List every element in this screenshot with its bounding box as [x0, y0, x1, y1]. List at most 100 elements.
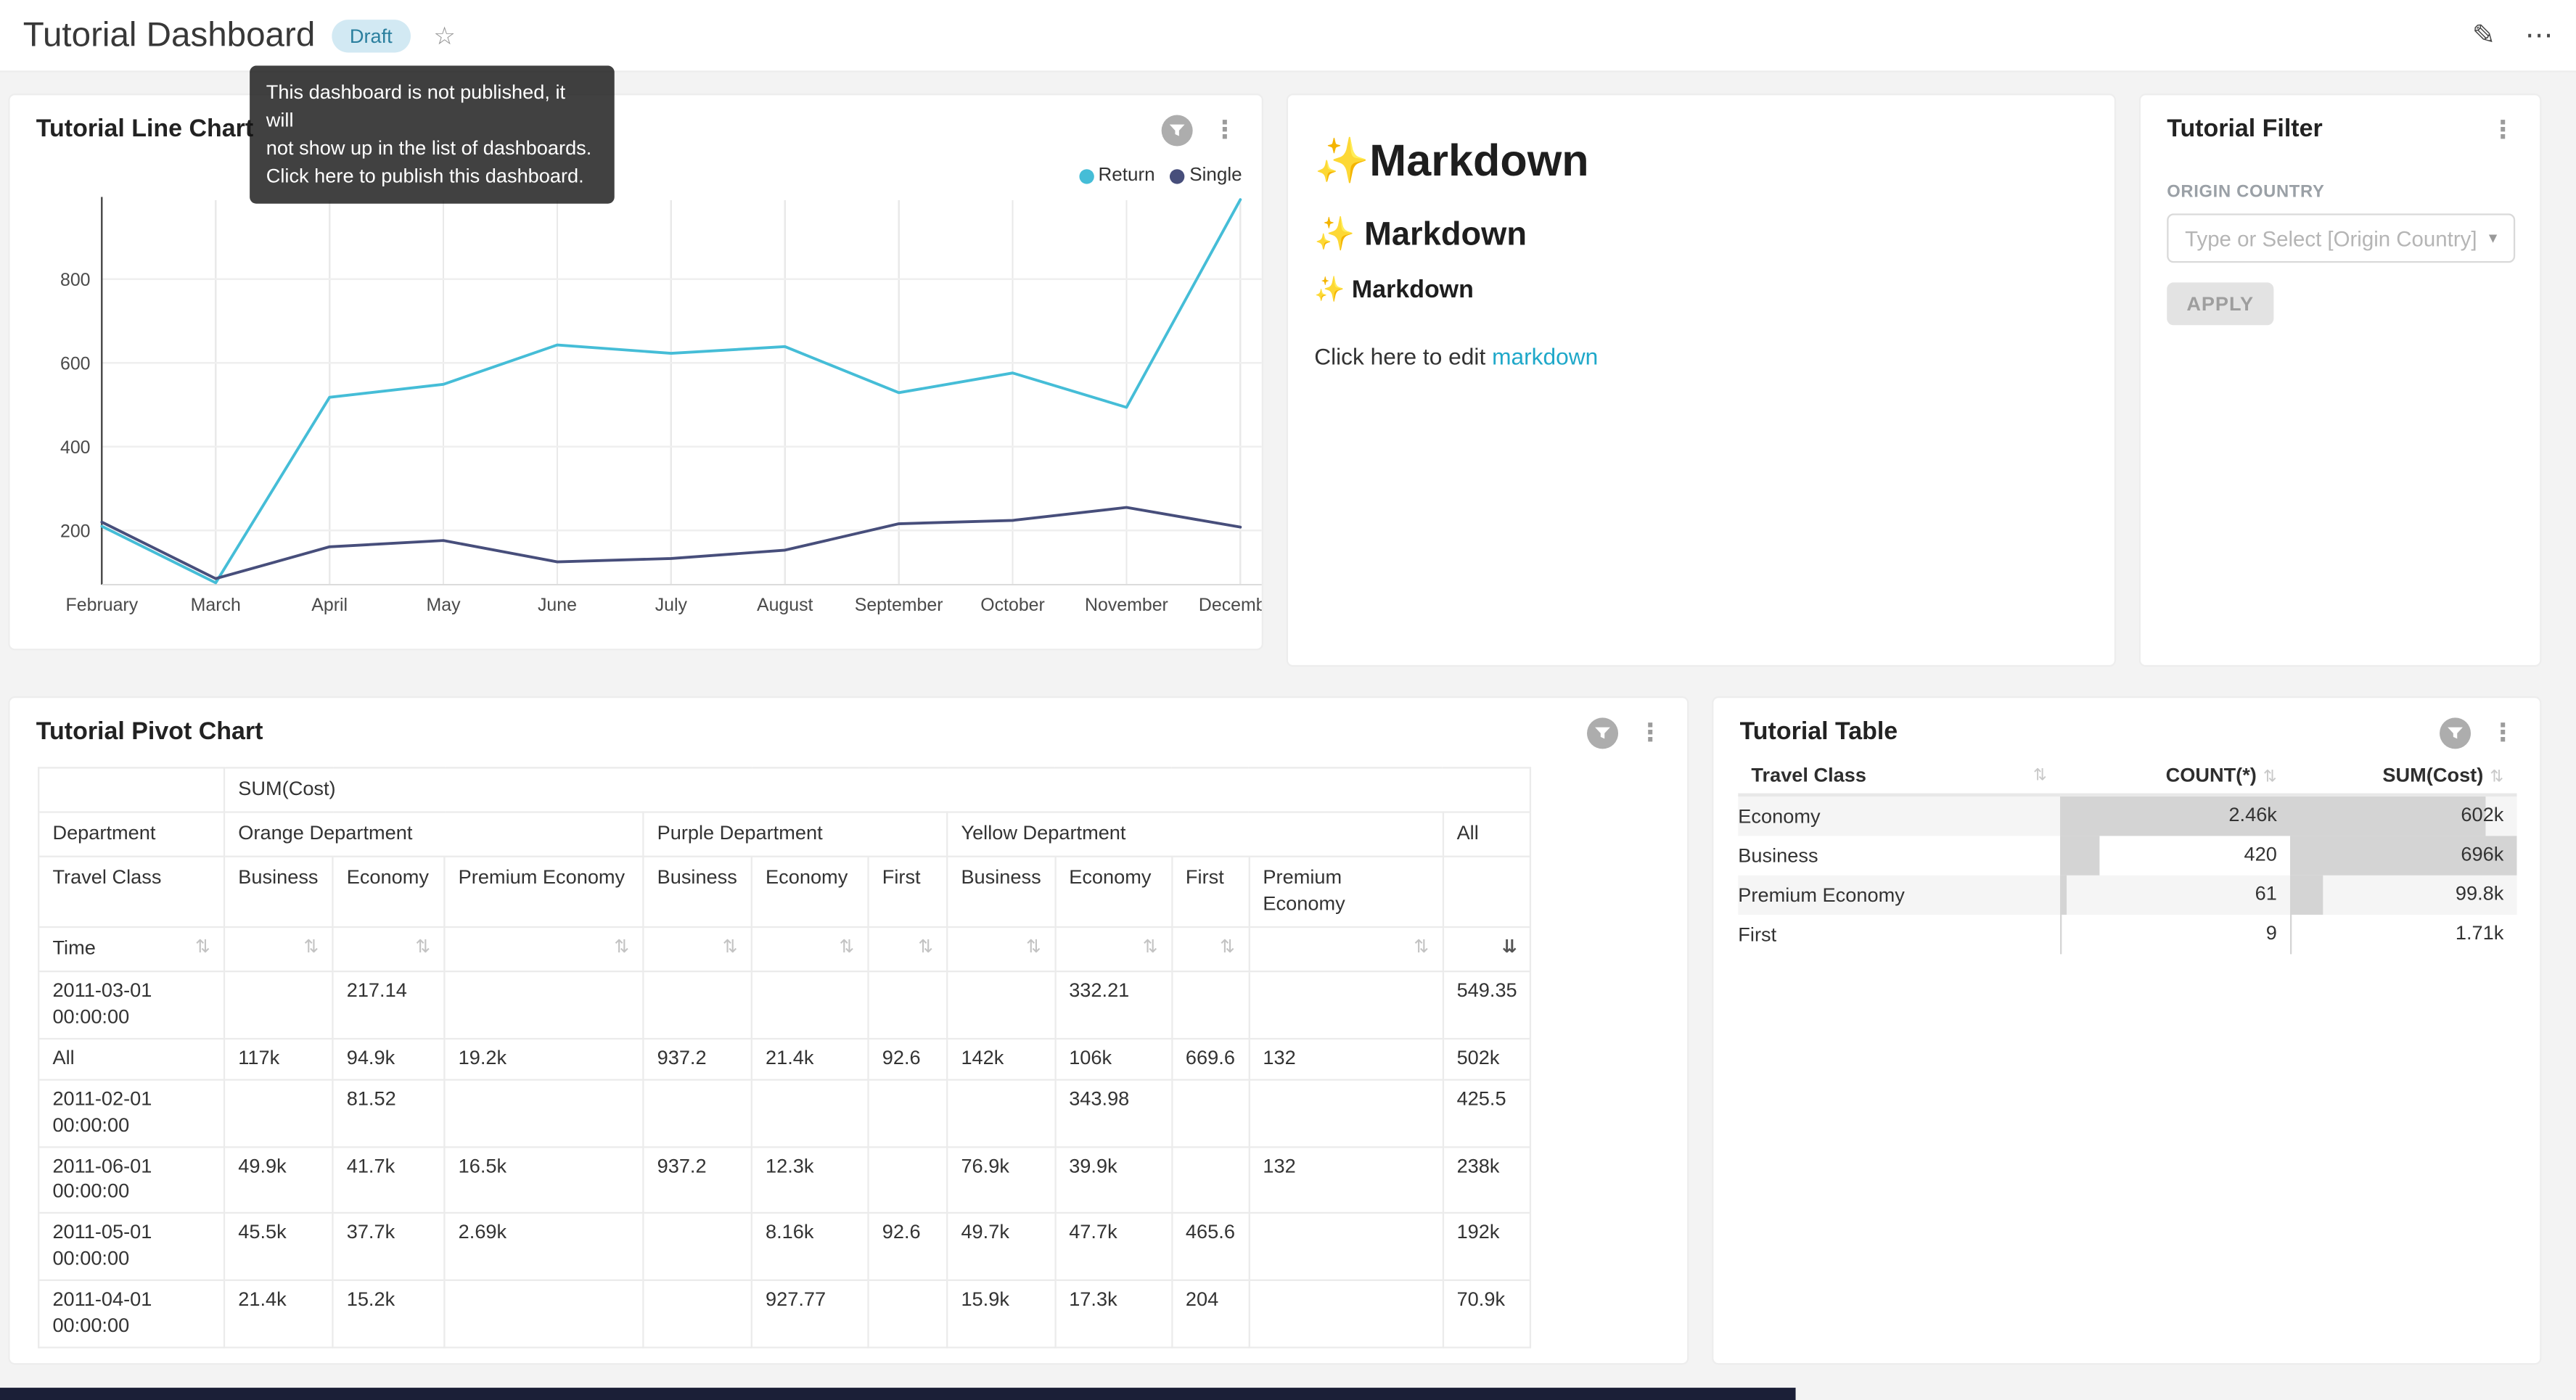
sort-icon[interactable]: ⇅: [723, 936, 738, 960]
sort-icon[interactable]: ⇅: [303, 936, 319, 960]
kebab-menu-icon[interactable]: ⋮: [2485, 717, 2520, 749]
markdown-h3: ✨ Markdown: [1314, 274, 2088, 304]
pivot-data-row: 2011-02-01 00:00:0081.52343.98425.5: [38, 1079, 1531, 1147]
kebab-menu-icon[interactable]: ⋮: [1633, 717, 1668, 749]
kebab-menu-icon[interactable]: ⋮: [2485, 115, 2520, 146]
sort-icon[interactable]: ⇅: [1143, 936, 1158, 960]
pivot-cell: 669.6: [1172, 1038, 1249, 1079]
header-actions: ✎ ⋯: [2472, 19, 2554, 52]
funnel-icon: [2446, 724, 2464, 742]
filter-card-title: Tutorial Filter: [2167, 115, 2322, 142]
svg-text:May: May: [427, 595, 462, 615]
pivot-cell: 92.6: [869, 1214, 948, 1281]
table-row: Economy2.46k602k: [1738, 795, 2516, 836]
pivot-cell: 39.9k: [1055, 1146, 1172, 1214]
pivot-cell: 16.5k: [444, 1146, 643, 1214]
cell-sum: 99.8k: [2290, 876, 2516, 912]
markdown-card[interactable]: ✨Markdown ✨ Markdown ✨ Markdown Click he…: [1287, 94, 2116, 667]
legend-dot: [1170, 168, 1184, 183]
col-header-travel-class[interactable]: Travel Class: [1751, 764, 1866, 787]
pivot-cell: [869, 1146, 948, 1214]
pivot-data-row: 2011-05-01 00:00:0045.5k37.7k2.69k8.16k9…: [38, 1214, 1531, 1281]
sort-icon[interactable]: ⇅: [2490, 769, 2503, 787]
legend-item[interactable]: Return: [1078, 166, 1154, 186]
col-header-sum[interactable]: SUM(Cost): [2382, 764, 2483, 787]
sort-icon[interactable]: ⇅: [195, 936, 210, 960]
sort-icon[interactable]: ⇅: [918, 936, 933, 960]
pivot-group-header: Purple Department: [643, 812, 947, 856]
pivot-group-header: Orange Department: [224, 812, 643, 856]
pivot-card-header: Tutorial Pivot Chart ⋮: [10, 698, 1688, 749]
apply-button[interactable]: APPLY: [2167, 282, 2273, 325]
sort-icon[interactable]: ⇅: [1220, 936, 1235, 960]
table-card-icons: ⋮: [2440, 717, 2520, 749]
pivot-cell: 192k: [1443, 1214, 1531, 1281]
pivot-cell: [224, 971, 332, 1039]
pivot-cell: [1172, 1146, 1249, 1214]
bottom-partial-element: [0, 1388, 1796, 1400]
markdown-h2: ✨ Markdown: [1314, 213, 2088, 255]
cell-sum: 1.71k: [2290, 915, 2516, 951]
sort-icon[interactable]: ⇅: [2263, 769, 2277, 787]
filter-card-body: ORIGIN COUNTRY Type or Select [Origin Co…: [2141, 146, 2540, 325]
pivot-cell: [1172, 1079, 1249, 1147]
markdown-paragraph: Click here to edit markdown: [1314, 343, 2088, 369]
pivot-metric-row: SUM(Cost): [38, 767, 1531, 812]
pivot-table: SUM(Cost)DepartmentOrange DepartmentPurp…: [38, 767, 1532, 1348]
pivot-cell: 142k: [947, 1038, 1055, 1079]
line-chart-card: Tutorial Line Chart ⋮ ReturnSingle 20040…: [8, 94, 1263, 650]
tooltip-line: This dashboard is not published, it will: [266, 79, 598, 135]
sort-icon[interactable]: ⇅: [2033, 766, 2047, 784]
pivot-data-row: 2011-04-01 00:00:0021.4k15.2k927.7715.9k…: [38, 1281, 1531, 1348]
pivot-cell: 343.98: [1055, 1079, 1172, 1147]
markdown-edit-link[interactable]: markdown: [1492, 343, 1598, 369]
chevron-down-icon: ▾: [2489, 229, 2497, 247]
sort-desc-icon[interactable]: ⇊: [1502, 936, 1517, 960]
cell-count: 2.46k: [2060, 796, 2290, 833]
pivot-cell: 937.2: [643, 1146, 751, 1214]
sort-icon[interactable]: ⇅: [415, 936, 430, 960]
cell-sum: 602k: [2290, 796, 2516, 833]
sort-icon[interactable]: ⇅: [1026, 936, 1041, 960]
svg-text:600: 600: [60, 353, 91, 374]
pivot-class-header: First: [869, 856, 948, 926]
data-table-container: Travel Class ⇅ COUNT(*) ⇅ SUM(Cost) ⇅ Economy2…: [1738, 757, 2515, 955]
filter-indicator-icon[interactable]: [1587, 717, 1618, 749]
pivot-data-row: 2011-03-01 00:00:00217.14332.21549.35: [38, 971, 1531, 1039]
origin-country-select[interactable]: Type or Select [Origin Country] ▾: [2167, 213, 2515, 263]
pivot-data-row: 2011-06-01 00:00:0049.9k41.7k16.5k937.21…: [38, 1146, 1531, 1214]
pivot-cell: [444, 1079, 643, 1147]
sort-icon[interactable]: ⇅: [1414, 936, 1429, 960]
pivot-class-header: Economy: [1055, 856, 1172, 926]
pivot-class-dim: Travel Class: [38, 856, 224, 926]
markdown-h1: ✨Markdown: [1314, 135, 2088, 187]
svg-text:December: December: [1199, 595, 1263, 615]
pivot-cell: [1249, 1281, 1443, 1348]
pivot-cell: 92.6: [869, 1038, 948, 1079]
pivot-cell: [752, 1079, 869, 1147]
col-header-count[interactable]: COUNT(*): [2166, 764, 2257, 787]
sort-icon[interactable]: ⇅: [839, 936, 854, 960]
pivot-cell: 937.2: [643, 1038, 751, 1079]
pivot-cell: [1249, 1214, 1443, 1281]
more-options-icon[interactable]: ⋯: [2525, 19, 2553, 52]
pivot-class-header: Economy: [332, 856, 444, 926]
line-chart-plot[interactable]: 200400600800FebruaryMarchAprilMayJuneJul…: [10, 95, 1263, 650]
sort-icon[interactable]: ⇅: [614, 936, 629, 960]
cell-sum: 696k: [2290, 836, 2516, 872]
filter-indicator-icon[interactable]: [2440, 717, 2471, 749]
svg-text:February: February: [66, 595, 139, 615]
favorite-star-icon[interactable]: ☆: [433, 20, 455, 50]
pivot-cell: 49.9k: [224, 1146, 332, 1214]
edit-dashboard-icon[interactable]: ✎: [2472, 19, 2495, 52]
legend-item[interactable]: Single: [1170, 166, 1242, 186]
origin-country-label: ORIGIN COUNTRY: [2167, 182, 2515, 202]
table-row: First91.71k: [1738, 915, 2516, 954]
draft-badge[interactable]: Draft: [332, 19, 411, 52]
svg-text:800: 800: [60, 270, 91, 290]
pivot-cell: [444, 1281, 643, 1348]
pivot-cell: 70.9k: [1443, 1281, 1531, 1348]
table-title: Tutorial Table: [1740, 717, 1898, 745]
pivot-cell: 47.7k: [1055, 1214, 1172, 1281]
pivot-chart-title: Tutorial Pivot Chart: [36, 717, 263, 745]
